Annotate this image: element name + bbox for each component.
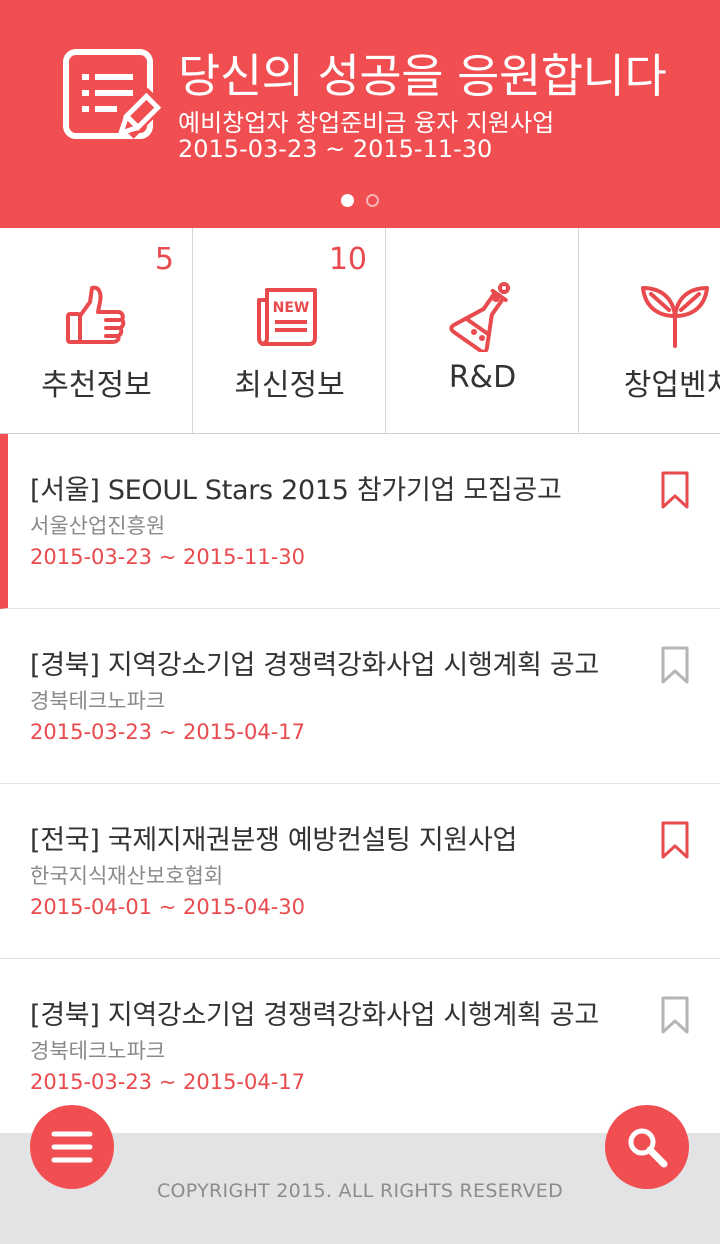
promo-banner[interactable]: 당신의 성공을 응원합니다 예비창업자 창업준비금 융자 지원사업 2015-0… <box>0 0 720 228</box>
bookmark-icon[interactable] <box>660 820 690 860</box>
category-startup[interactable]: 창업벤처 <box>579 228 720 433</box>
item-organization: 경북테크노파크 <box>30 1039 166 1063</box>
banner-subtitle: 예비창업자 창업준비금 융자 지원사업 <box>178 109 555 137</box>
search-button[interactable] <box>605 1105 689 1189</box>
item-organization: 한국지식재산보호협회 <box>30 864 224 888</box>
sprout-icon <box>641 286 709 348</box>
menu-button[interactable] <box>30 1105 114 1189</box>
list-item[interactable]: [서울] SEOUL Stars 2015 참가기업 모집공고 서울산업진흥원 … <box>0 434 720 609</box>
hamburger-menu-icon <box>51 1131 93 1163</box>
category-label: R&D <box>448 360 517 395</box>
list-item[interactable]: [경북] 지역강소기업 경쟁력강화사업 시행계획 공고 경북테크노파크 2015… <box>0 609 720 784</box>
category-label: 창업벤처 <box>623 368 720 403</box>
carousel-dot-1[interactable] <box>341 194 354 207</box>
carousel-indicator <box>0 190 720 207</box>
category-count: 10 <box>328 242 367 277</box>
item-title: [경북] 지역강소기업 경쟁력강화사업 시행계획 공고 <box>30 1000 599 1031</box>
category-rnd[interactable]: R&D <box>386 228 579 433</box>
item-period: 2015-03-23 ~ 2015-11-30 <box>30 545 306 569</box>
document-edit-icon <box>63 49 162 139</box>
svg-text:NEW: NEW <box>273 300 310 316</box>
item-organization: 서울산업진흥원 <box>30 514 166 538</box>
category-strip[interactable]: 5 추천정보 10 NEW 최신정보 R&D 창업벤 <box>0 228 720 434</box>
bookmark-icon[interactable] <box>660 995 690 1035</box>
search-icon <box>628 1128 668 1168</box>
newspaper-new-icon: NEW <box>257 288 317 346</box>
thumbs-up-icon <box>66 285 126 344</box>
category-label: 최신정보 <box>234 368 345 403</box>
banner-period: 2015-03-23 ~ 2015-11-30 <box>178 135 493 163</box>
item-period: 2015-03-23 ~ 2015-04-17 <box>30 1070 306 1094</box>
flask-icon <box>449 282 510 352</box>
category-count: 5 <box>154 242 174 277</box>
bookmark-icon[interactable] <box>660 645 690 685</box>
item-title: [전국] 국제지재권분쟁 예방컨설팅 지원사업 <box>30 825 518 856</box>
category-latest[interactable]: 10 NEW 최신정보 <box>193 228 386 433</box>
announcement-list: [서울] SEOUL Stars 2015 참가기업 모집공고 서울산업진흥원 … <box>0 434 720 1134</box>
item-title: [서울] SEOUL Stars 2015 참가기업 모집공고 <box>30 475 562 506</box>
item-organization: 경북테크노파크 <box>30 689 166 713</box>
item-period: 2015-03-23 ~ 2015-04-17 <box>30 720 306 744</box>
banner-title: 당신의 성공을 응원합니다 <box>178 49 667 103</box>
carousel-dot-2[interactable] <box>366 194 379 207</box>
bookmark-icon[interactable] <box>660 470 690 510</box>
item-period: 2015-04-01 ~ 2015-04-30 <box>30 895 306 919</box>
item-title: [경북] 지역강소기업 경쟁력강화사업 시행계획 공고 <box>30 650 599 681</box>
category-label: 추천정보 <box>41 368 152 403</box>
list-item[interactable]: [전국] 국제지재권분쟁 예방컨설팅 지원사업 한국지식재산보호협회 2015-… <box>0 784 720 959</box>
category-recommended[interactable]: 5 추천정보 <box>0 228 193 433</box>
